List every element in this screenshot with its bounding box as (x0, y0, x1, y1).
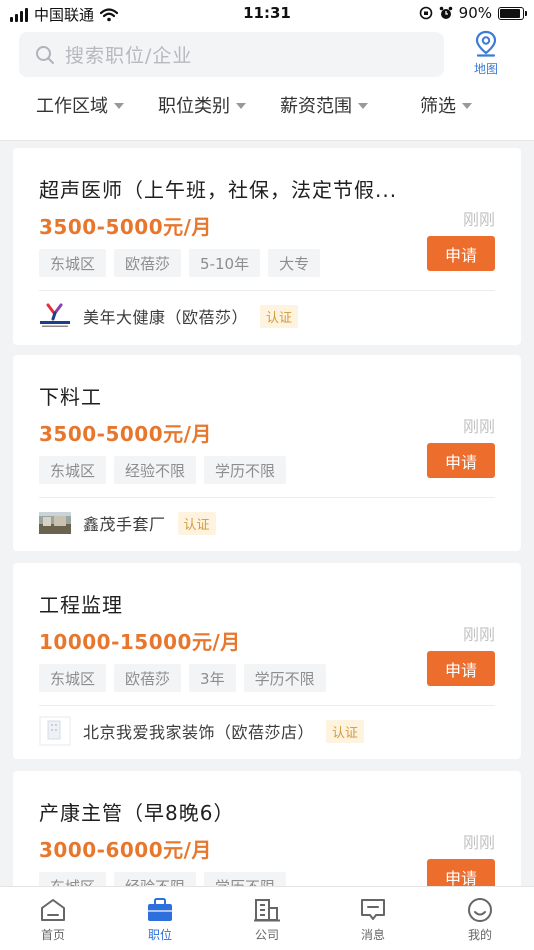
caret-down-icon (358, 103, 368, 109)
company-row[interactable]: 北京我爱我家装饰（欧蓓莎店） 认证 (39, 716, 365, 746)
posted-time: 刚刚 (462, 210, 495, 229)
job-tags: 东城区 欧蓓莎 3年 学历不限 (39, 664, 326, 692)
tab-label: 公司 (254, 928, 279, 942)
orientation-lock-icon (419, 6, 432, 20)
building-icon (254, 899, 280, 922)
company-logo (39, 716, 71, 746)
search-icon (36, 45, 54, 64)
tag-district: 东城区 (39, 249, 107, 277)
company-logo (39, 303, 71, 329)
tag-education: 学历不限 (204, 456, 287, 484)
tag-education: 学历不限 (243, 664, 326, 692)
company-row[interactable]: 鑫茂手套厂 认证 (39, 510, 216, 536)
job-card[interactable]: 下料工 3500-5000元/月 刚刚 申请 东城区 经验不限 学历不限 鑫茂手… (13, 355, 521, 551)
filter-work-area[interactable]: 工作区域 (36, 92, 124, 118)
company-logo (39, 510, 71, 536)
tag-location: 欧蓓莎 (114, 664, 182, 692)
filter-more[interactable]: 筛选 (420, 92, 472, 118)
job-card[interactable]: 工程监理 10000-15000元/月 刚刚 申请 东城区 欧蓓莎 3年 学历不… (13, 563, 521, 759)
company-name: 美年大健康（欧蓓莎） (83, 308, 249, 327)
divider (39, 705, 495, 706)
apply-button[interactable]: 申请 (427, 236, 495, 271)
posted-time: 刚刚 (462, 833, 495, 852)
posted-time: 刚刚 (462, 625, 495, 644)
tag-experience: 5-10年 (189, 249, 261, 277)
certified-badge: 认证 (177, 511, 216, 535)
tab-messages[interactable]: 消息 (343, 897, 403, 943)
filter-salary-range[interactable]: 薪资范围 (280, 92, 368, 118)
tab-jobs[interactable]: 职位 (130, 897, 190, 943)
tag-district: 东城区 (39, 664, 107, 692)
job-salary: 3000-6000元/月 (39, 838, 212, 862)
battery-percent: 90% (458, 4, 492, 22)
job-salary: 10000-15000元/月 (39, 630, 241, 654)
tag-district: 东城区 (39, 456, 107, 484)
tab-home[interactable]: 首页 (23, 897, 83, 943)
job-title: 工程监理 (39, 593, 123, 617)
search-input[interactable]: 搜索职位/企业 (19, 32, 444, 77)
job-title: 下料工 (39, 385, 102, 409)
job-salary: 3500-5000元/月 (39, 422, 212, 446)
tab-label: 我的 (467, 928, 492, 942)
tab-label: 职位 (147, 928, 172, 942)
tab-bar: 首页 职位 公司 消息 我的 (0, 886, 534, 950)
tab-mine[interactable]: 我的 (450, 897, 510, 943)
company-row[interactable]: 美年大健康（欧蓓莎） 认证 (39, 303, 299, 329)
divider (39, 290, 495, 291)
job-title: 产康主管（早8晚6） (39, 801, 235, 825)
job-salary: 3500-5000元/月 (39, 215, 212, 239)
job-title: 超声医师（上午班，社保，法定节假... (39, 178, 398, 202)
tag-education: 大专 (268, 249, 321, 277)
tab-label: 消息 (360, 928, 385, 942)
caret-down-icon (462, 103, 472, 109)
apply-button[interactable]: 申请 (427, 443, 495, 478)
alarm-icon (439, 6, 452, 19)
home-icon (41, 899, 65, 921)
apply-button[interactable]: 申请 (427, 651, 495, 686)
tab-label: 首页 (40, 928, 65, 942)
map-pin-icon (475, 30, 497, 57)
map-button[interactable]: 地图 (466, 30, 506, 80)
filter-label: 薪资范围 (280, 96, 352, 117)
filter-job-category[interactable]: 职位类别 (158, 92, 246, 118)
search-placeholder: 搜索职位/企业 (65, 45, 193, 67)
tag-experience: 3年 (189, 664, 236, 692)
company-name: 北京我爱我家装饰（欧蓓莎店） (83, 723, 315, 742)
caret-down-icon (236, 103, 246, 109)
battery-icon (498, 6, 527, 20)
status-bar: 中国联通 11:31 90% (0, 0, 534, 28)
job-tags: 东城区 经验不限 学历不限 (39, 456, 287, 484)
tag-experience: 经验不限 (114, 456, 197, 484)
caret-down-icon (114, 103, 124, 109)
filter-bar: 工作区域 职位类别 薪资范围 筛选 (0, 92, 534, 122)
header: 搜索职位/企业 地图 工作区域 职位类别 薪资范围 筛选 (0, 28, 534, 141)
job-tags: 东城区 欧蓓莎 5-10年 大专 (39, 249, 321, 277)
smile-icon (468, 898, 492, 922)
message-icon (361, 899, 385, 920)
job-card[interactable]: 超声医师（上午班，社保，法定节假... 3500-5000元/月 刚刚 申请 东… (13, 148, 521, 345)
filter-label: 筛选 (420, 96, 456, 117)
tag-location: 欧蓓莎 (114, 249, 182, 277)
certified-badge: 认证 (260, 304, 299, 328)
posted-time: 刚刚 (462, 417, 495, 436)
tab-company[interactable]: 公司 (237, 897, 297, 943)
briefcase-icon (148, 898, 172, 921)
divider (39, 497, 495, 498)
filter-label: 工作区域 (36, 96, 108, 117)
filter-label: 职位类别 (158, 96, 230, 117)
certified-badge: 认证 (326, 719, 365, 743)
company-name: 鑫茂手套厂 (83, 515, 166, 534)
map-label: 地图 (473, 62, 498, 76)
